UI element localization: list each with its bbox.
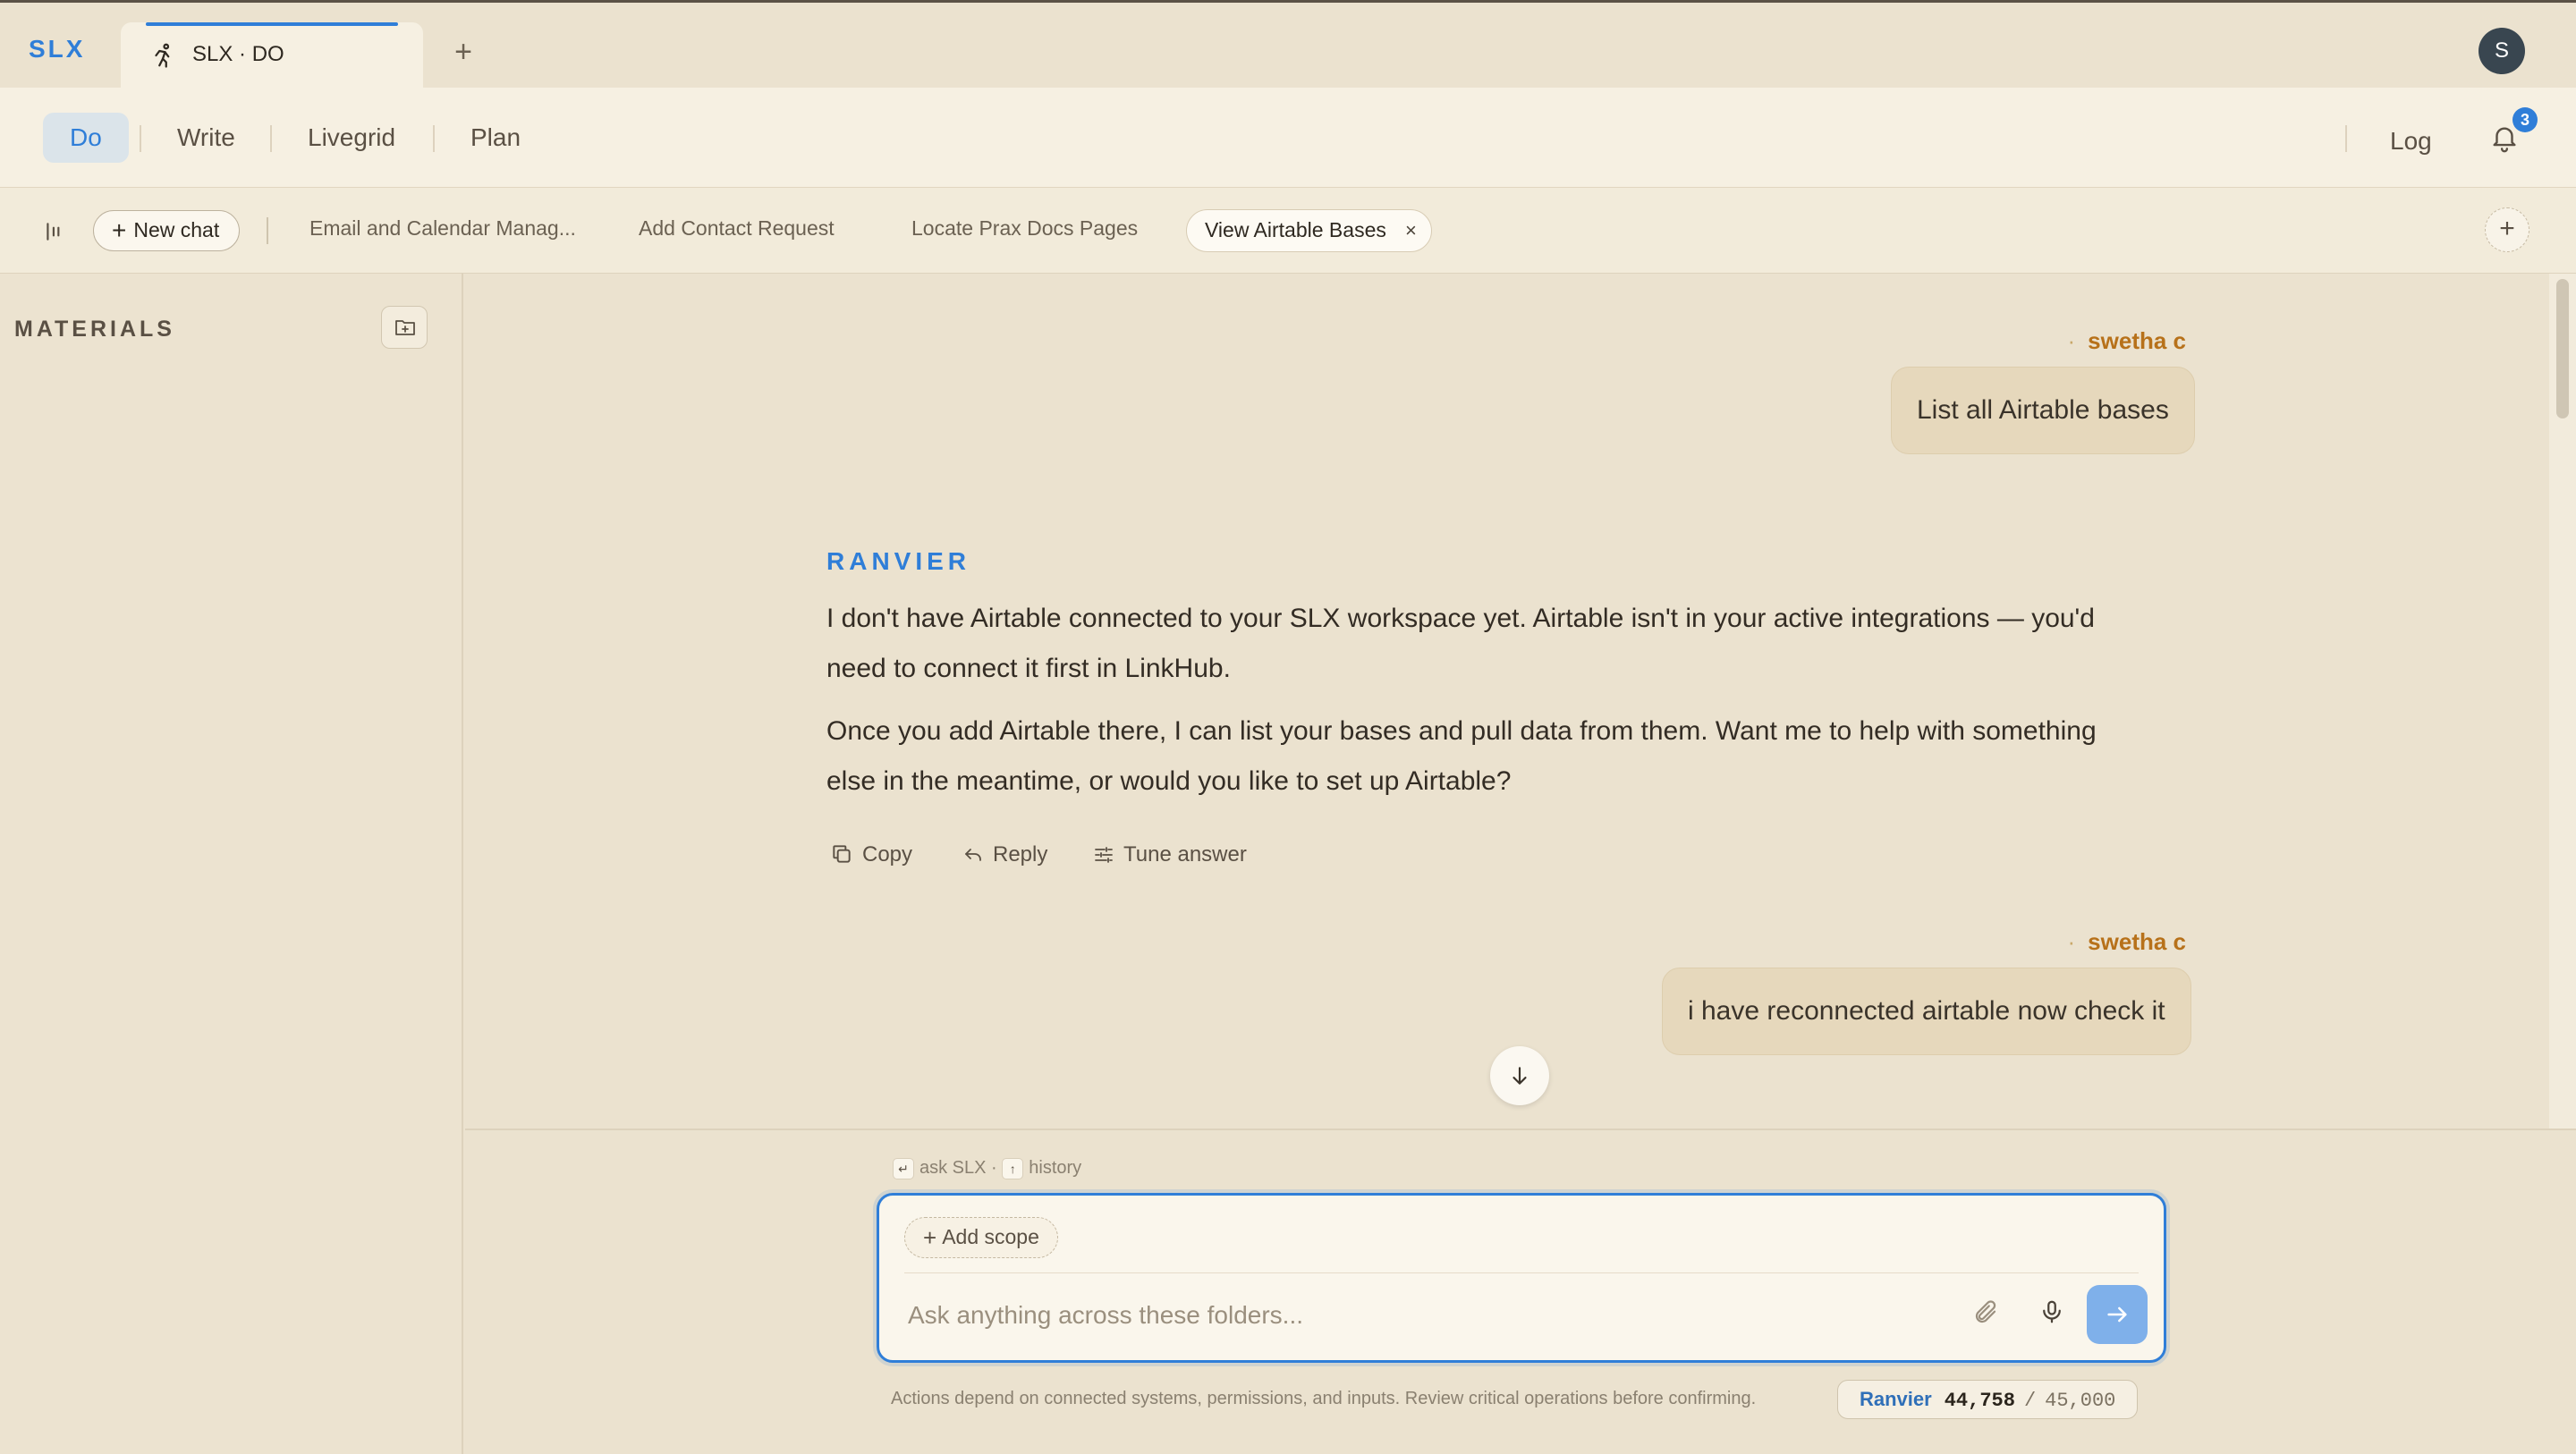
token-usage-badge: Ranvier 44,758 / 45,000	[1837, 1380, 2139, 1419]
disclaimer-text: Actions depend on connected systems, per…	[891, 1389, 1757, 1408]
assistant-name: RANVIER	[826, 547, 971, 575]
copy-label: Copy	[862, 842, 913, 866]
user-avatar[interactable]: S	[2479, 28, 2525, 74]
usage-used: 44,758	[1944, 1390, 2015, 1412]
browser-tab-label: SLX · DO	[192, 42, 284, 66]
notification-badge: 3	[2512, 107, 2538, 132]
scroll-to-bottom-button[interactable]	[1490, 1046, 1549, 1105]
app-logo[interactable]: SLX	[29, 35, 85, 63]
user-message-bubble: i have reconnected airtable now check it	[1662, 968, 2191, 1055]
sidebar-toggle-icon[interactable]	[43, 220, 66, 243]
folder-plus-icon	[395, 320, 415, 335]
chat-tab[interactable]: Locate Prax Docs Pages	[911, 216, 1138, 241]
paperclip-icon[interactable]	[1972, 1299, 1999, 1326]
new-chat-label: New chat	[133, 218, 220, 241]
send-button[interactable]	[2087, 1285, 2148, 1344]
chat-tabs-divider	[267, 217, 268, 244]
mode-tab-plan[interactable]: Plan	[444, 113, 547, 163]
user-message-bubble: List all Airtable bases	[1891, 367, 2195, 454]
reply-icon	[965, 849, 981, 861]
new-chat-button[interactable]: + New chat	[93, 210, 241, 251]
scrollbar-thumb[interactable]	[2556, 279, 2569, 418]
browser-tab-active[interactable]: SLX · DO	[121, 22, 423, 90]
tune-answer-label: Tune answer	[1123, 842, 1247, 866]
reply-label: Reply	[993, 842, 1048, 866]
microphone-icon[interactable]	[2038, 1298, 2065, 1326]
sender-dot: ·	[2067, 327, 2076, 354]
new-tab-button[interactable]: +	[450, 37, 477, 67]
message-sender: · swetha c	[2068, 327, 2187, 355]
sliders-icon	[1095, 847, 1113, 863]
add-folder-button[interactable]	[381, 306, 428, 349]
add-scope-label: Add scope	[942, 1225, 1039, 1248]
chat-tab[interactable]: Add Contact Request	[639, 216, 835, 241]
usage-separator: /	[2023, 1390, 2037, 1412]
log-link[interactable]: Log	[2390, 127, 2432, 156]
mode-tab-write[interactable]: Write	[150, 113, 262, 163]
chat-tab-active[interactable]: View Airtable Bases ×	[1186, 209, 1432, 252]
assistant-paragraph: I don't have Airtable connected to your …	[826, 604, 2095, 683]
arrow-down-icon	[1513, 1067, 1527, 1085]
reply-button[interactable]: Reply	[962, 841, 1047, 869]
add-chat-tab-button[interactable]: +	[2485, 207, 2529, 252]
plus-icon: +	[112, 216, 127, 244]
arrow-up-key-icon: ↑	[1002, 1158, 1024, 1179]
sidebar-title: MATERIALS	[14, 317, 175, 342]
sender-name: swetha c	[2088, 327, 2186, 354]
usage-limit: 45,000	[2045, 1390, 2116, 1412]
conversation-panel[interactable]	[465, 274, 2549, 1129]
hint-ask: ask SLX ·	[919, 1158, 997, 1178]
message-input[interactable]	[908, 1296, 1928, 1335]
keyboard-hint: ↵ ask SLX · ↑ history	[893, 1158, 1081, 1179]
chat-tabs-bar: + New chat Email and Calendar Manag... Ad…	[0, 188, 2576, 274]
plus-icon: +	[923, 1224, 937, 1251]
mode-divider	[270, 125, 272, 152]
mode-divider	[2345, 125, 2347, 152]
tune-answer-button[interactable]: Tune answer	[1093, 841, 1247, 869]
window-titlebar: SLX SLX · DO + S	[0, 0, 2576, 90]
mode-divider	[433, 125, 435, 152]
message-composer: + Add scope	[877, 1193, 2166, 1363]
sender-dot: ·	[2067, 928, 2076, 955]
materials-sidebar: MATERIALS	[0, 274, 463, 1454]
sender-name: swetha c	[2088, 928, 2186, 955]
chat-tab-active-label: View Airtable Bases	[1205, 218, 1386, 241]
mode-divider	[140, 125, 141, 152]
runner-icon	[155, 43, 170, 68]
message-sender: · swetha c	[2068, 928, 2187, 956]
hint-history: history	[1029, 1158, 1082, 1178]
copy-button[interactable]: Copy	[830, 841, 912, 869]
mode-tab-do[interactable]: Do	[43, 113, 129, 163]
arrow-right-icon	[2107, 1306, 2127, 1323]
assistant-paragraph: Once you add Airtable there, I can list …	[826, 716, 2097, 796]
composer-divider	[904, 1272, 2139, 1273]
chat-tab[interactable]: Email and Calendar Manag...	[309, 216, 576, 241]
close-icon[interactable]: ×	[1405, 210, 1417, 250]
enter-key-icon: ↵	[893, 1158, 914, 1179]
add-scope-button[interactable]: + Add scope	[904, 1217, 1058, 1258]
mode-tab-livegrid[interactable]: Livegrid	[281, 113, 422, 163]
copy-icon	[833, 845, 851, 863]
usage-model-name: Ranvier	[1860, 1388, 1932, 1410]
mode-navigation: Do Write Livegrid Plan Log 3	[0, 88, 2576, 188]
